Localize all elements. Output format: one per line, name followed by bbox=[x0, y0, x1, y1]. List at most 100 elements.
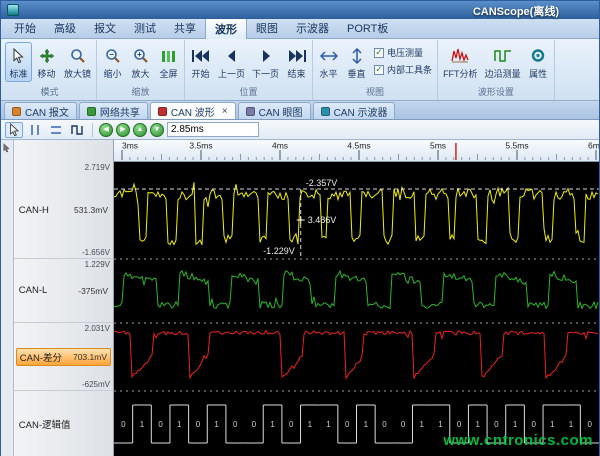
ribbon-tab-oscilloscope[interactable]: 示波器 bbox=[287, 17, 338, 38]
zoom-in-button[interactable]: +放大 bbox=[127, 42, 154, 82]
svg-text:3ms: 3ms bbox=[122, 141, 138, 151]
nav-up-button[interactable]: ▲ bbox=[133, 123, 147, 137]
zoom-out-label: 缩小 bbox=[104, 67, 122, 80]
group-label-view: 视图 bbox=[315, 84, 435, 100]
time-ruler[interactable]: 3ms3.5ms4ms4.5ms5ms5.5ms6ms bbox=[114, 140, 599, 162]
doc-tab-network-share[interactable]: 网络共享 bbox=[79, 102, 148, 119]
vertical-cursors-icon bbox=[28, 123, 42, 137]
horizontal-button[interactable]: 水平 bbox=[315, 42, 342, 82]
properties-button[interactable]: 属性 bbox=[525, 42, 552, 82]
doc-tab-can-waveform[interactable]: CAN 波形 × bbox=[150, 102, 236, 119]
doc-tab-label: CAN 波形 bbox=[171, 104, 215, 119]
full-screen-button[interactable]: 全屏 bbox=[155, 42, 182, 82]
doc-tab-icon bbox=[87, 107, 96, 116]
nav-right-button[interactable]: ▶ bbox=[116, 123, 130, 137]
close-tab-icon[interactable]: × bbox=[222, 107, 228, 116]
standard-button[interactable]: 标准 bbox=[5, 42, 32, 82]
ribbon-tab-eye-diagram[interactable]: 眼图 bbox=[247, 17, 287, 38]
group-label-waveform-settings: 波形设置 bbox=[440, 84, 552, 100]
svg-text:−: − bbox=[109, 50, 114, 59]
channel-bottom-voltage: -625mV bbox=[82, 380, 110, 389]
select-tool-button[interactable] bbox=[5, 122, 23, 138]
channel-row-3[interactable]: 2.031VCAN-差分703.1mV-625mV bbox=[14, 323, 113, 391]
svg-text:0: 0 bbox=[121, 420, 126, 429]
doc-tab-can-frames[interactable]: CAN 报文 bbox=[4, 102, 77, 119]
svg-text:0: 0 bbox=[196, 420, 201, 429]
app-window: CANScope(离线) 开始高级报文测试共享波形眼图示波器PORT板 标准移动… bbox=[0, 0, 600, 456]
svg-text:+: + bbox=[137, 50, 142, 59]
ribbon-tab-waveform[interactable]: 波形 bbox=[205, 17, 247, 39]
toolbar-separator bbox=[92, 123, 93, 137]
go-start-button[interactable]: 开始 bbox=[187, 42, 214, 82]
checkbox-mark: ✓ bbox=[374, 48, 384, 58]
checkbox-mark: ✓ bbox=[374, 65, 384, 75]
group-label-position: 位置 bbox=[187, 84, 310, 100]
svg-text:1: 1 bbox=[140, 420, 145, 429]
checkbox-label: 内部工具条 bbox=[387, 63, 432, 76]
doc-tab-can-eye-diagram[interactable]: CAN 眼图 bbox=[238, 102, 311, 119]
vertical-cursors-button[interactable] bbox=[26, 122, 44, 138]
fft-analysis-button[interactable]: FFT分析 bbox=[440, 42, 481, 82]
svg-text:0: 0 bbox=[531, 420, 536, 429]
next-page-button[interactable]: 下一页 bbox=[249, 42, 282, 82]
ribbon-group-view: 水平垂直✓电压测量✓内部工具条视图 bbox=[313, 40, 438, 100]
svg-text:6ms: 6ms bbox=[588, 141, 599, 151]
nav-left-button[interactable]: ◀ bbox=[99, 123, 113, 137]
channel-panel: 2.719VCAN-H531.3mV-1.656V1.229VCAN-L-375… bbox=[14, 140, 114, 456]
ribbon-tab-port-board[interactable]: PORT板 bbox=[338, 17, 397, 38]
svg-text:1: 1 bbox=[420, 420, 425, 429]
vertical-icon bbox=[350, 44, 364, 67]
nav-down-button[interactable]: ▼ bbox=[150, 123, 164, 137]
edge-jump-button[interactable] bbox=[68, 122, 86, 138]
magnifier-button[interactable]: 放大镜 bbox=[61, 42, 94, 82]
svg-text:0: 0 bbox=[494, 420, 499, 429]
voltage-measure-checkbox[interactable]: ✓电压测量 bbox=[374, 46, 432, 59]
edge-measure-label: 边沿测量 bbox=[485, 67, 521, 80]
internal-toolbar-checkbox[interactable]: ✓内部工具条 bbox=[374, 63, 432, 76]
go-end-icon bbox=[287, 44, 307, 67]
svg-text:0: 0 bbox=[252, 420, 257, 429]
ribbon-tab-frames[interactable]: 报文 bbox=[85, 17, 125, 38]
prev-page-button[interactable]: 上一页 bbox=[215, 42, 248, 82]
vertical-button[interactable]: 垂直 bbox=[343, 42, 370, 82]
ribbon-group-zoom: −缩小+放大全屏缩放 bbox=[97, 40, 185, 100]
next-page-icon bbox=[259, 44, 273, 67]
edge-measure-icon bbox=[494, 44, 512, 67]
channel-row-1[interactable]: 2.719VCAN-H531.3mV-1.656V bbox=[14, 162, 113, 259]
ribbon-tab-share[interactable]: 共享 bbox=[165, 17, 205, 38]
strip-pointer-icon[interactable] bbox=[2, 143, 11, 153]
svg-text:5.5ms: 5.5ms bbox=[505, 141, 528, 151]
doc-tab-label: 网络共享 bbox=[100, 104, 140, 119]
svg-text:0: 0 bbox=[289, 420, 294, 429]
time-span-input[interactable] bbox=[167, 122, 259, 137]
svg-text:1: 1 bbox=[177, 420, 182, 429]
standard-icon bbox=[11, 44, 26, 67]
waveform-canvas[interactable]: 01010100101101001101010110-2.357V3.486V-… bbox=[114, 162, 599, 456]
channel-name: CAN-逻辑值 bbox=[19, 417, 71, 431]
channel-row-4[interactable]: CAN-逻辑值 bbox=[14, 391, 113, 456]
fft-analysis-icon bbox=[451, 44, 469, 67]
ribbon-group-waveform-settings: FFT分析边沿测量属性波形设置 bbox=[438, 40, 555, 100]
doc-tab-label: CAN 眼图 bbox=[259, 104, 303, 119]
watermark: www.cntronics.com bbox=[443, 432, 593, 449]
doc-tab-can-oscilloscope[interactable]: CAN 示波器 bbox=[313, 102, 396, 119]
channel-top-voltage: 2.031V bbox=[85, 324, 110, 333]
zoom-out-icon: − bbox=[105, 44, 121, 67]
edge-measure-button[interactable]: 边沿测量 bbox=[482, 42, 524, 82]
go-end-button[interactable]: 结束 bbox=[283, 42, 310, 82]
svg-text:1: 1 bbox=[513, 420, 518, 429]
doc-tab-icon bbox=[158, 107, 167, 116]
pan-button[interactable]: 移动 bbox=[33, 42, 60, 82]
channel-row-2[interactable]: 1.229VCAN-L-375mV bbox=[14, 259, 113, 323]
svg-text:4.5ms: 4.5ms bbox=[347, 141, 370, 151]
cursor-voltage-bottom: -1.229V bbox=[263, 246, 295, 256]
zoom-out-button[interactable]: − 缩小 bbox=[99, 42, 126, 82]
horizontal-cursors-button[interactable] bbox=[47, 122, 65, 138]
ribbon-tab-test[interactable]: 测试 bbox=[125, 17, 165, 38]
doc-tab-label: CAN 报文 bbox=[25, 104, 69, 119]
ribbon-tab-advanced[interactable]: 高级 bbox=[45, 17, 85, 38]
waveform-scope[interactable]: 01010100101101001101010110-2.357V3.486V-… bbox=[114, 162, 599, 456]
svg-text:1: 1 bbox=[364, 420, 369, 429]
pan-label: 移动 bbox=[37, 67, 55, 80]
ribbon-tab-start[interactable]: 开始 bbox=[5, 17, 45, 38]
